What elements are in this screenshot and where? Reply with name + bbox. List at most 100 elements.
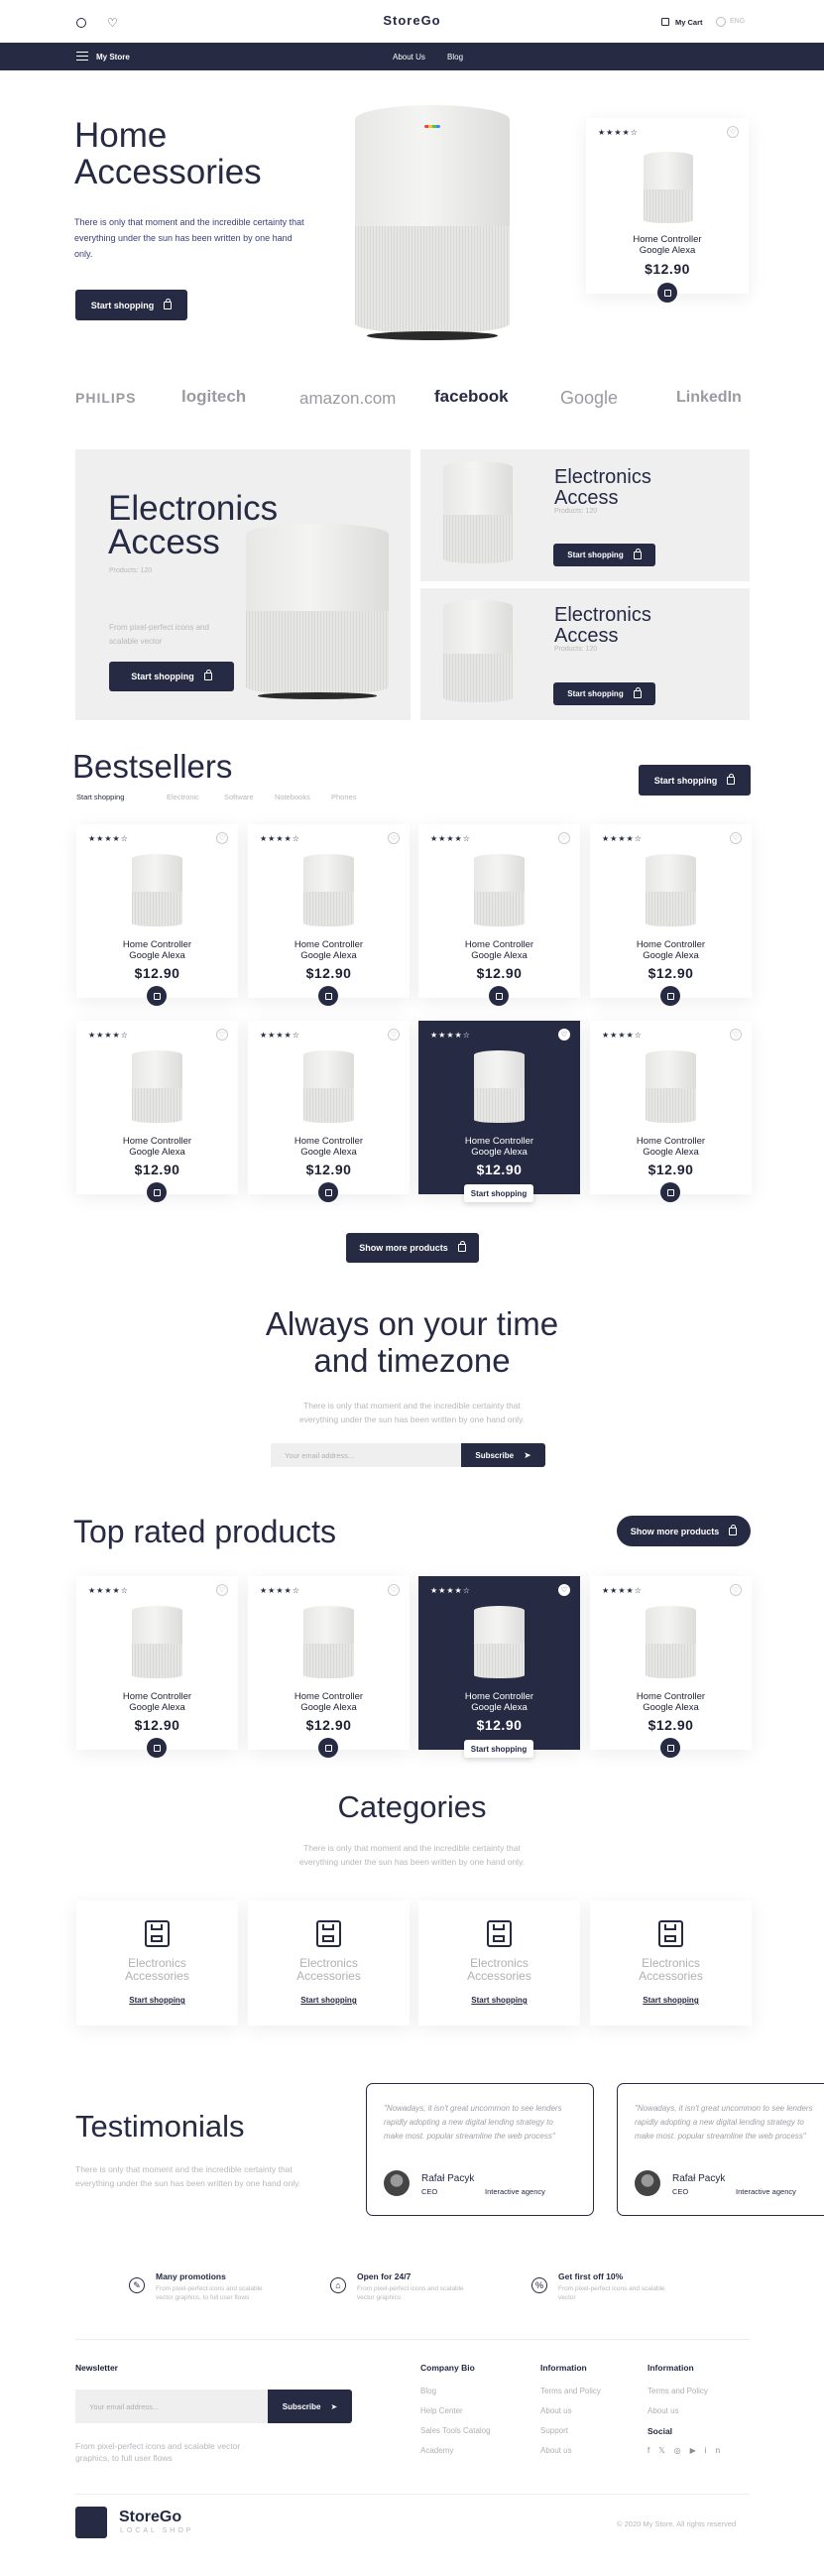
add-to-cart-button[interactable] [147, 1182, 167, 1202]
menu-icon[interactable] [76, 52, 88, 61]
product-image [132, 1606, 182, 1678]
language-select[interactable]: ENG [730, 18, 745, 25]
product-card[interactable]: ★★★★☆ ♡ Home Controller Google Alexa $12.… [248, 824, 410, 998]
globe-icon[interactable] [716, 17, 726, 27]
top-rated-more-button[interactable]: Show more products [617, 1516, 751, 1546]
category-card[interactable]: Electronics Accessories Start shopping [76, 1901, 238, 2025]
product-price: $12.90 [476, 1717, 523, 1733]
product-card[interactable]: ★★★★☆ ♡ Home Controller Google Alexa $12.… [590, 824, 752, 998]
product-card[interactable]: ★★★★☆ ♡ Home Controller Google Alexa $12.… [76, 1576, 238, 1750]
show-more-button[interactable]: Show more products [346, 1233, 479, 1263]
timezone-text: There is only that moment and the incred… [298, 1401, 526, 1424]
add-to-cart-button[interactable] [657, 283, 677, 303]
product-card[interactable]: ★★★★☆ ♡ Home Controller Google Alexa $12.… [590, 1021, 752, 1194]
bestsellers-button[interactable]: Start shopping [639, 765, 751, 796]
category-link[interactable]: Start shopping [76, 1996, 238, 2005]
promo-small-button-2[interactable]: Start shopping [553, 682, 655, 705]
start-shopping-button[interactable]: Start shopping [464, 1184, 533, 1202]
hero-product-card[interactable]: ★★★★☆ ♡ Home Controller Google Alexa $12.9… [586, 118, 749, 294]
promo-big-text: From pixel-perfect icons and scalable ve… [109, 623, 209, 646]
product-card[interactable]: ★★★★☆ ♡ Home Controller Google Alexa $12.… [248, 1021, 410, 1194]
nav-blog[interactable]: Blog [447, 53, 463, 61]
product-card[interactable]: ★★★★☆ ♡ Home Controller Google Alexa $12.… [590, 1576, 752, 1750]
heart-icon[interactable]: ♡ [558, 1029, 570, 1041]
product-name: Home Controller Google Alexa [464, 1136, 534, 1158]
add-to-cart-button[interactable] [660, 1738, 680, 1758]
heart-icon[interactable]: ♡ [216, 1029, 228, 1041]
product-image [303, 1050, 354, 1123]
divider [75, 2494, 750, 2495]
cart-icon[interactable] [661, 18, 669, 26]
social-icons[interactable]: f𝕏◎▶in [647, 2446, 729, 2455]
promo-big-button[interactable]: Start shopping [109, 662, 234, 691]
product-card[interactable]: ★★★★☆ ♡ Home Controller Google Alexa $12.… [418, 1021, 580, 1194]
heart-icon[interactable]: ♡ [216, 832, 228, 844]
footer-brand: StoreGo [119, 2509, 182, 2525]
bag-icon [324, 1744, 332, 1752]
footer-email-input[interactable]: Your email address... [75, 2390, 268, 2423]
add-to-cart-button[interactable] [660, 986, 680, 1006]
save-icon [316, 1920, 341, 1947]
heart-icon[interactable]: ♡ [730, 1029, 742, 1041]
testimonial-name: Rafał Pacyk [421, 2173, 475, 2184]
category-card[interactable]: Electronics Accessories Start shopping [418, 1901, 580, 2025]
heart-icon[interactable]: ♡ [558, 1584, 570, 1596]
heart-icon[interactable]: ♡ [216, 1584, 228, 1596]
store-name[interactable]: My Store [96, 53, 130, 61]
rating-stars: ★★★★☆ [430, 1586, 471, 1595]
add-to-cart-button[interactable] [489, 986, 509, 1006]
category-link[interactable]: Start shopping [590, 1996, 752, 2005]
tab-electronic[interactable]: Electronic [167, 793, 199, 801]
heart-icon[interactable]: ♡ [730, 832, 742, 844]
product-price: $12.90 [647, 1717, 694, 1733]
product-image [132, 854, 182, 926]
hero-text: There is only that moment and the incred… [74, 217, 304, 259]
brand-linkedin: LinkedIn [676, 389, 742, 406]
product-card[interactable]: ★★★★☆ ♡ Home Controller Google Alexa $12.… [418, 824, 580, 998]
add-to-cart-button[interactable] [318, 1182, 338, 1202]
product-card[interactable]: ★★★★☆ ♡ Home Controller Google Alexa $12.… [248, 1576, 410, 1750]
category-card[interactable]: Electronics Accessories Start shopping [590, 1901, 752, 2025]
product-price: $12.90 [134, 965, 180, 981]
cart-link[interactable]: My Cart [675, 18, 703, 27]
tab-start[interactable]: Start shopping [76, 793, 124, 801]
bag-icon [153, 1744, 161, 1752]
add-to-cart-button[interactable] [147, 1738, 167, 1758]
heart-icon[interactable]: ♡ [727, 126, 739, 138]
store-icon: ⌂ [330, 2277, 346, 2293]
category-link[interactable]: Start shopping [248, 1996, 410, 2005]
testimonials-text: There is only that moment and the incred… [75, 2164, 301, 2188]
add-to-cart-button[interactable] [318, 1738, 338, 1758]
save-icon [145, 1920, 170, 1947]
hero-shop-button[interactable]: Start shopping [75, 290, 187, 320]
add-to-cart-button[interactable] [147, 986, 167, 1006]
footer-subscribe-button[interactable]: Subscribe ➤ [268, 2390, 352, 2423]
category-name: Electronics Accessories [639, 1956, 703, 1983]
tab-phones[interactable]: Phones [331, 793, 356, 801]
category-link[interactable]: Start shopping [418, 1996, 580, 2005]
testimonial-role: CEO [672, 2187, 689, 2196]
heart-icon[interactable]: ♡ [388, 1029, 400, 1041]
category-card[interactable]: Electronics Accessories Start shopping [248, 1901, 410, 2025]
subscribe-button[interactable]: Subscribe ➤ [461, 1443, 545, 1467]
product-card[interactable]: ★★★★☆ ♡ Home Controller Google Alexa $12.… [76, 1021, 238, 1194]
product-card[interactable]: ★★★★☆ ♡ Home Controller Google Alexa $12.… [418, 1576, 580, 1750]
heart-icon[interactable]: ♡ [730, 1584, 742, 1596]
product-card[interactable]: ★★★★☆ ♡ Home Controller Google Alexa $12.… [76, 824, 238, 998]
email-input[interactable]: Your email address... [271, 1443, 461, 1467]
product-price: $12.90 [476, 965, 523, 981]
add-to-cart-button[interactable] [660, 1182, 680, 1202]
heart-icon[interactable]: ♡ [388, 832, 400, 844]
feature-text: From pixel-perfect icons and scalable ve… [156, 2285, 263, 2301]
product-price: $12.90 [305, 965, 352, 981]
heart-icon[interactable]: ♡ [558, 832, 570, 844]
promo-small-image-2 [443, 600, 513, 702]
tab-notebooks[interactable]: Notebooks [275, 793, 310, 801]
promo-small-button-1[interactable]: Start shopping [553, 544, 655, 566]
start-shopping-button[interactable]: Start shopping [464, 1740, 533, 1758]
add-to-cart-button[interactable] [318, 986, 338, 1006]
heart-icon[interactable]: ♡ [388, 1584, 400, 1596]
tab-software[interactable]: Software [224, 793, 254, 801]
footer-col-info1: Information Terms and Policy About us Suppo… [540, 2363, 601, 2455]
nav-about[interactable]: About Us [393, 53, 425, 61]
